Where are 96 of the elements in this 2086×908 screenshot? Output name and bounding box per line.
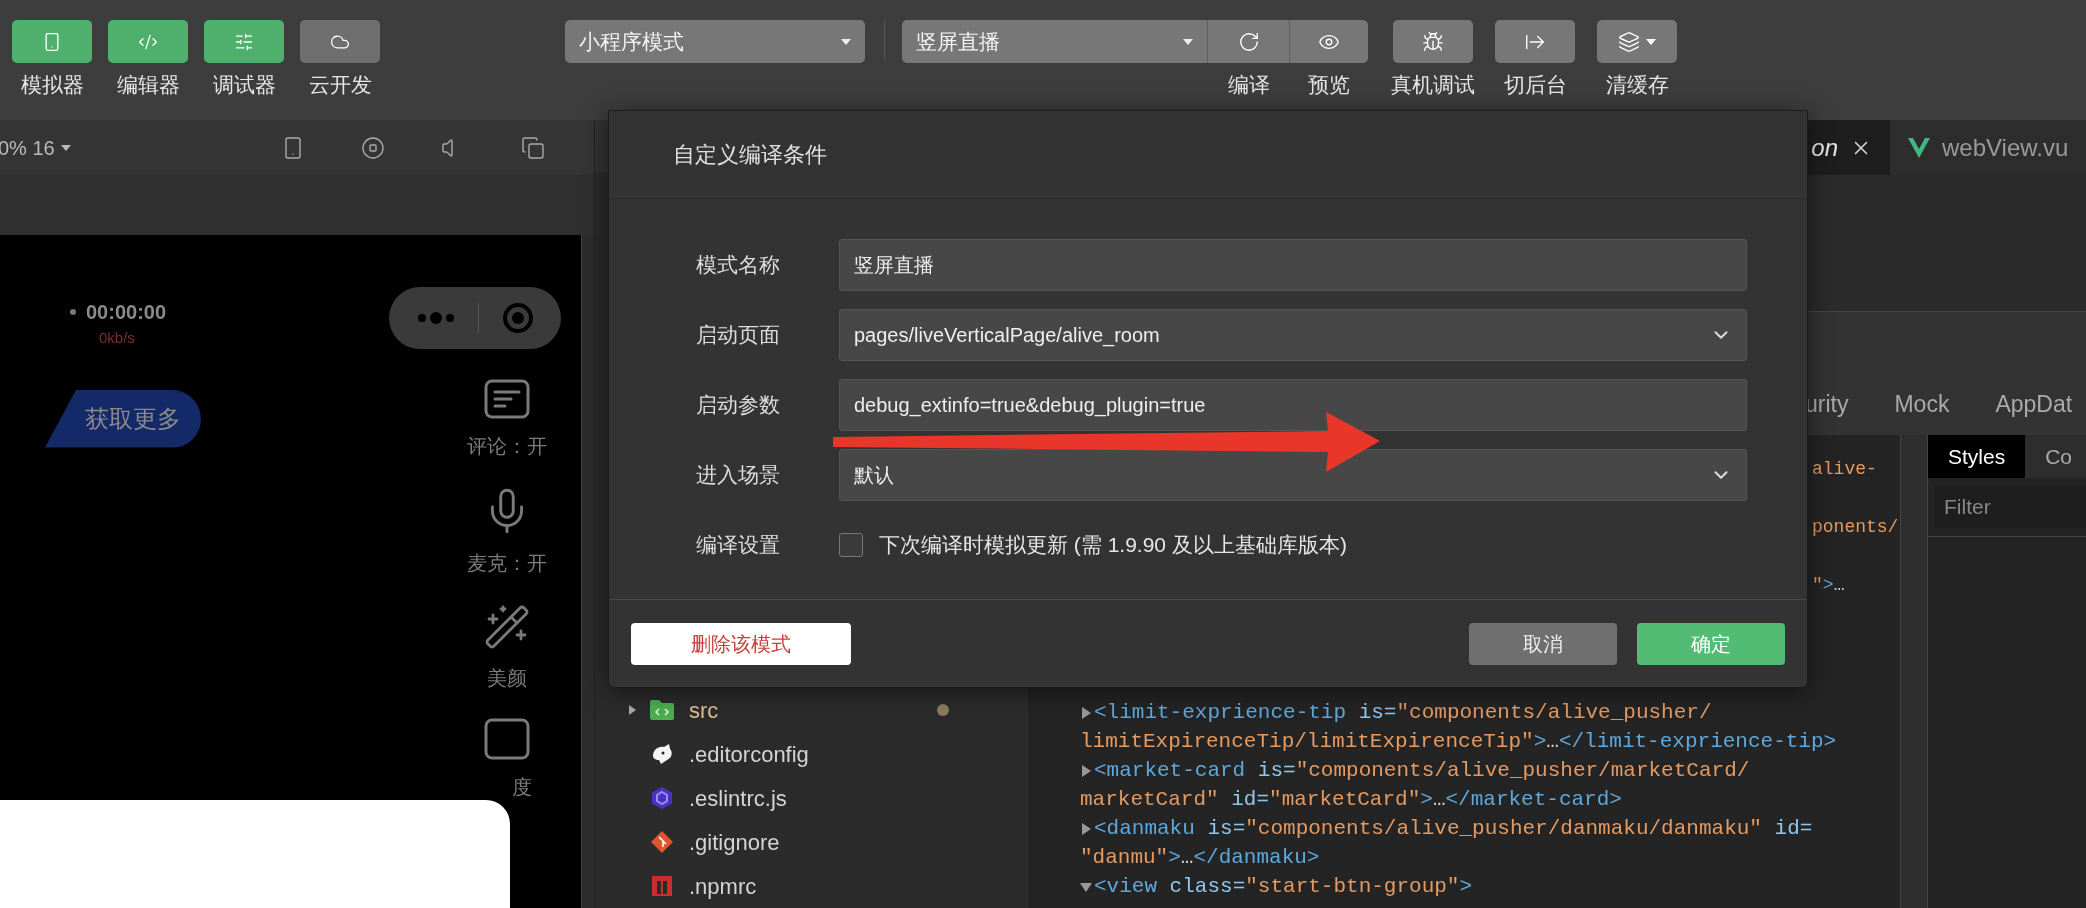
compile-button[interactable]	[1208, 20, 1290, 63]
styles-tab[interactable]: Co	[2025, 435, 2086, 478]
code-line: marketCard" id="marketCard">…</market-card>	[1080, 787, 1622, 813]
toolbar-label: 切后台	[1503, 72, 1567, 98]
field-label: 启动参数	[696, 392, 781, 419]
checkbox[interactable]	[839, 533, 863, 557]
view-label: 调试器	[212, 72, 276, 98]
expand-triangle-icon[interactable]	[627, 705, 637, 715]
file-name: .editorconfig	[689, 740, 809, 769]
control-label: 度	[512, 775, 532, 800]
checkbox-label: 下次编译时模拟更新 (需 1.9.90 及以上基础库版本)	[879, 532, 1347, 559]
file-tree-item[interactable]: .gitignore	[595, 820, 1029, 864]
toolbar-label: 清缓存	[1605, 72, 1669, 98]
hexagon-icon	[650, 786, 674, 810]
code-line: ponents/	[1812, 516, 1899, 539]
target-icon	[501, 302, 534, 334]
view-label: 编辑器	[116, 72, 180, 98]
devtools-tab[interactable]: Mock	[1894, 386, 1950, 421]
bitrate-text: 0kb/s	[99, 328, 136, 348]
field-label: 启动页面	[696, 322, 781, 349]
sliders-icon	[234, 31, 254, 52]
select-field[interactable]: pages/liveVerticalPage/alive_room	[839, 309, 1747, 361]
tab-label: webView.vu	[1942, 132, 2069, 163]
toolbar-action-button[interactable]	[1393, 20, 1473, 63]
filter-field[interactable]: Filter	[1934, 486, 2086, 528]
control-label: 麦克：开	[467, 551, 547, 576]
cancel-button[interactable]: 取消	[1469, 622, 1617, 665]
select-field[interactable]: 默认	[839, 449, 1747, 501]
field-label: 编译设置	[696, 532, 781, 559]
more-badge[interactable]: 获取更多	[45, 389, 201, 448]
control-label: 美颜	[487, 666, 527, 691]
styles-tab[interactable]: Styles	[1928, 435, 2026, 478]
file-name: .npmrc	[689, 872, 757, 901]
expand-triangle-icon[interactable]	[1080, 706, 1092, 719]
toolbar-label: 编译	[1228, 72, 1270, 98]
caret-icon	[1646, 38, 1656, 45]
status-dot-icon	[70, 309, 76, 315]
file-tree-item[interactable]: src	[595, 688, 1029, 732]
compile-mode-dropdown[interactable]: 竖屏直播	[902, 20, 1208, 63]
file-tree-item[interactable]: .editorconfig	[595, 732, 1029, 776]
bug-icon	[1422, 30, 1444, 53]
square-logo-icon	[651, 875, 673, 897]
code-line: <view class="start-btn-group">	[1094, 874, 1473, 900]
code-line: "danmu">…</danmaku>	[1080, 845, 1320, 871]
code-line: <limit-exprience-tip is="components/alive_pusher/	[1094, 700, 1712, 726]
tab-label: on	[1811, 132, 1838, 163]
file-tree-item[interactable]: .eslintrc.js	[595, 776, 1029, 820]
code-line: ">…	[1812, 574, 1845, 597]
caret-icon	[841, 38, 851, 45]
toolbar-action-button[interactable]	[1597, 20, 1677, 63]
delete-mode-button[interactable]: 删除该模式	[631, 622, 851, 665]
expand-triangle-icon[interactable]	[1080, 822, 1092, 835]
refresh-icon	[1237, 30, 1260, 53]
caret-icon	[1183, 38, 1193, 45]
view-toggle-button[interactable]	[108, 20, 188, 63]
timer-text: 00:00:00	[86, 300, 167, 325]
control-label: 评论：开	[467, 434, 547, 459]
editor-tab[interactable]: webView.vu	[1890, 120, 2086, 175]
git-icon	[650, 830, 674, 854]
dialog-title: 自定义编译条件	[673, 141, 827, 169]
field-label: 模式名称	[696, 252, 781, 279]
folder-icon	[649, 699, 675, 721]
devtools-tab[interactable]: AppDat	[1995, 386, 2073, 421]
toolbar-label: 真机调试	[1391, 72, 1475, 98]
view-label: 云开发	[308, 72, 372, 98]
v-logo-icon	[1908, 137, 1930, 158]
mode-dropdown[interactable]: 小程序模式	[565, 20, 865, 63]
expand-triangle-icon[interactable]	[1080, 880, 1092, 893]
code-line: limitExpirenceTip/limitExpirenceTip">…</limit-exprience-tip>	[1080, 729, 1837, 755]
text-field[interactable]: debug_extinfo=true&debug_plugin=true	[839, 379, 1747, 431]
magic-wand-icon	[483, 603, 531, 651]
file-name: .gitignore	[689, 828, 780, 857]
stop-icon[interactable]	[360, 135, 385, 160]
code-line: <danmaku is="components/alive_pusher/danmaku/danmaku" id=	[1094, 816, 1813, 842]
view-toggle-button[interactable]	[204, 20, 284, 63]
view-toggle-button[interactable]	[300, 20, 380, 63]
quality-icon	[484, 718, 530, 760]
file-name: .eslintrc.js	[689, 784, 787, 813]
windows-icon[interactable]	[520, 135, 545, 160]
view-toggle-button[interactable]	[12, 20, 92, 63]
comment-icon	[484, 379, 530, 419]
mascot-icon	[650, 742, 674, 766]
expand-triangle-icon[interactable]	[1080, 764, 1092, 777]
code-line: alive-	[1812, 458, 1877, 481]
code-line: <market-card is="components/alive_pusher/marketCard/	[1094, 758, 1750, 784]
toolbar-action-button[interactable]	[1495, 20, 1575, 63]
view-label: 模拟器	[20, 72, 84, 98]
caret-icon	[60, 144, 71, 151]
file-name: src	[689, 696, 719, 725]
field-label: 进入场景	[696, 462, 781, 489]
more-icon	[416, 311, 455, 325]
preview-button[interactable]	[1290, 20, 1368, 63]
layers-icon	[1618, 30, 1640, 53]
toolbar-label: 预览	[1308, 72, 1350, 98]
file-tree-item[interactable]: .npmrc	[595, 864, 1029, 908]
text-field[interactable]: 竖屏直播	[839, 239, 1747, 291]
